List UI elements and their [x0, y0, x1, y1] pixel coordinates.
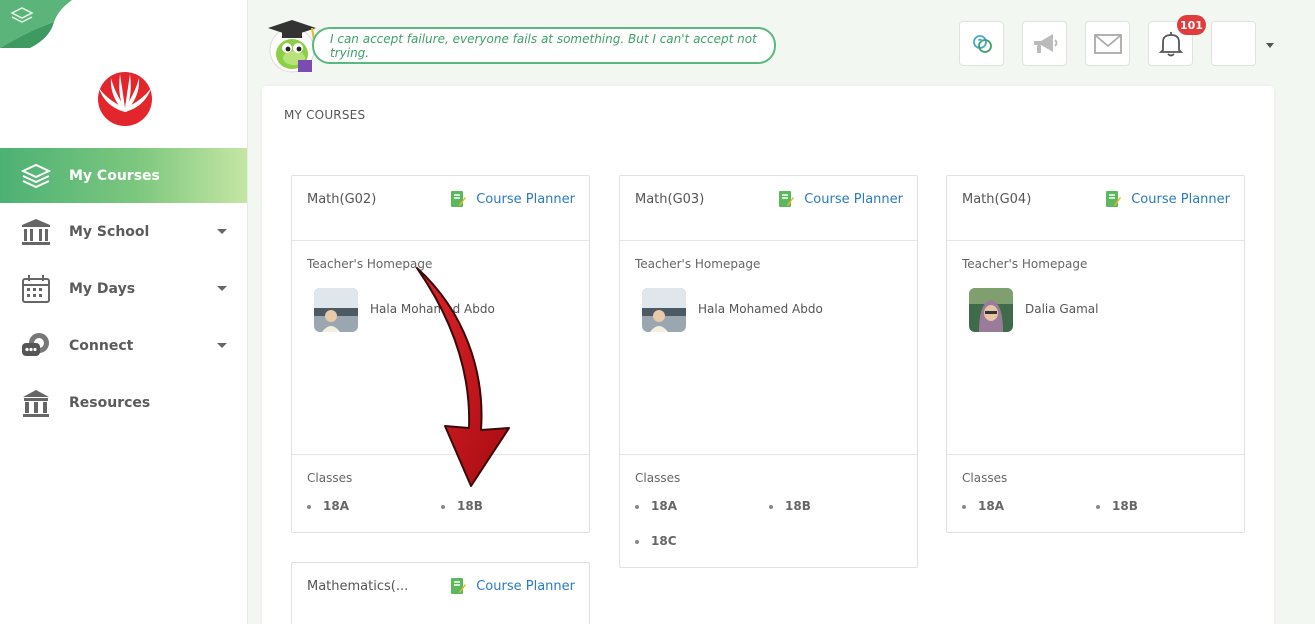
- classes-label: Classes: [307, 471, 353, 485]
- planner-notebook-icon: [451, 191, 467, 207]
- help-button[interactable]: [959, 21, 1004, 66]
- motivational-quote: I can accept failure, everyone fails at …: [312, 27, 776, 64]
- stack-icon: [20, 161, 52, 191]
- profile-avatar-button[interactable]: [1211, 21, 1256, 66]
- course-card: Math(G02) Course Planner Teacher's Homep…: [291, 175, 590, 533]
- teacher-avatar[interactable]: [314, 288, 358, 332]
- sidebar-item-label: My Courses: [69, 167, 160, 184]
- teacher-homepage-label: Teacher's Homepage: [635, 257, 761, 271]
- bell-icon: [1158, 31, 1183, 56]
- messages-button[interactable]: [1085, 21, 1130, 66]
- sidebar-item-label: Resources: [69, 394, 151, 411]
- class-link[interactable]: 18A: [635, 499, 677, 513]
- course-card-header: Math(G02) Course Planner: [292, 176, 589, 241]
- sidebar-nav: My Courses My School My Days Connect Res…: [0, 148, 247, 431]
- course-planner-link[interactable]: Course Planner: [450, 190, 575, 208]
- school-building-icon: [20, 217, 52, 247]
- teacher-avatar[interactable]: [642, 288, 686, 332]
- chevron-down-icon[interactable]: [1266, 43, 1274, 48]
- class-link[interactable]: 18B: [1096, 499, 1138, 513]
- course-card: Math(G03) Course Planner Teacher's Homep…: [619, 175, 918, 568]
- class-link[interactable]: 18C: [635, 534, 677, 548]
- teacher-homepage-label: Teacher's Homepage: [962, 257, 1088, 271]
- teacher-name[interactable]: Hala Mohamed Abdo: [370, 302, 495, 316]
- chevron-down-icon: [217, 342, 227, 348]
- class-link[interactable]: 18A: [307, 499, 349, 513]
- course-card: Math(G04) Course Planner Teacher's Homep…: [946, 175, 1245, 533]
- course-card-header: Math(G03) Course Planner: [620, 176, 917, 241]
- sidebar: My Courses My School My Days Connect Res…: [0, 0, 248, 624]
- sidebar-item-my-school[interactable]: My School: [0, 203, 247, 260]
- sidebar-item-my-courses[interactable]: My Courses: [0, 148, 247, 203]
- megaphone-icon: [1033, 33, 1057, 53]
- teacher-section: Teacher's Homepage Hala Mohamed Abdo: [620, 241, 917, 455]
- course-planner-link[interactable]: Course Planner: [450, 577, 575, 595]
- school-logo: [98, 72, 152, 126]
- sidebar-item-connect[interactable]: Connect: [0, 317, 247, 374]
- class-link[interactable]: 18A: [962, 499, 1004, 513]
- classes-label: Classes: [962, 471, 1008, 485]
- sidebar-item-resources[interactable]: Resources: [0, 374, 247, 431]
- class-link[interactable]: 18B: [441, 499, 483, 513]
- notification-count-badge: 101: [1177, 15, 1206, 35]
- teacher-section: Teacher's Homepage Hala Mohamed Abdo: [292, 241, 589, 455]
- course-card-header: Mathematics(... Course Planner: [292, 563, 589, 624]
- sidebar-item-label: My School: [69, 223, 150, 240]
- chat-bubbles-icon: [20, 331, 52, 361]
- planner-notebook-icon: [779, 191, 795, 207]
- page-title: MY COURSES: [284, 108, 366, 122]
- teacher-homepage-label: Teacher's Homepage: [307, 257, 433, 271]
- chevron-down-icon: [217, 285, 227, 291]
- teacher-section: Teacher's Homepage Dalia Gamal: [947, 241, 1244, 455]
- planner-notebook-icon: [1106, 191, 1122, 207]
- course-card: Mathematics(... Course Planner: [291, 562, 590, 624]
- course-planner-link[interactable]: Course Planner: [1105, 190, 1230, 208]
- sidebar-item-label: Connect: [69, 337, 134, 354]
- sidebar-item-my-days[interactable]: My Days: [0, 260, 247, 317]
- course-title[interactable]: Mathematics(...: [307, 579, 408, 594]
- course-title[interactable]: Math(G04): [962, 192, 1031, 207]
- class-link[interactable]: 18B: [769, 499, 811, 513]
- planner-notebook-icon: [451, 578, 467, 594]
- course-planner-link[interactable]: Course Planner: [778, 190, 903, 208]
- help-icon: [972, 34, 992, 53]
- calendar-icon: [20, 274, 52, 304]
- sidebar-item-label: My Days: [69, 280, 136, 297]
- corner-menu-icon[interactable]: [0, 0, 72, 48]
- announcements-button[interactable]: [1022, 21, 1067, 66]
- mail-icon: [1093, 33, 1122, 54]
- classes-label: Classes: [635, 471, 681, 485]
- teacher-name[interactable]: Dalia Gamal: [1025, 302, 1098, 316]
- library-icon: [20, 388, 52, 418]
- course-card-header: Math(G04) Course Planner: [947, 176, 1244, 241]
- course-title[interactable]: Math(G03): [635, 192, 704, 207]
- teacher-name[interactable]: Hala Mohamed Abdo: [698, 302, 823, 316]
- course-title[interactable]: Math(G02): [307, 192, 376, 207]
- teacher-avatar[interactable]: [969, 288, 1013, 332]
- chevron-down-icon: [217, 228, 227, 234]
